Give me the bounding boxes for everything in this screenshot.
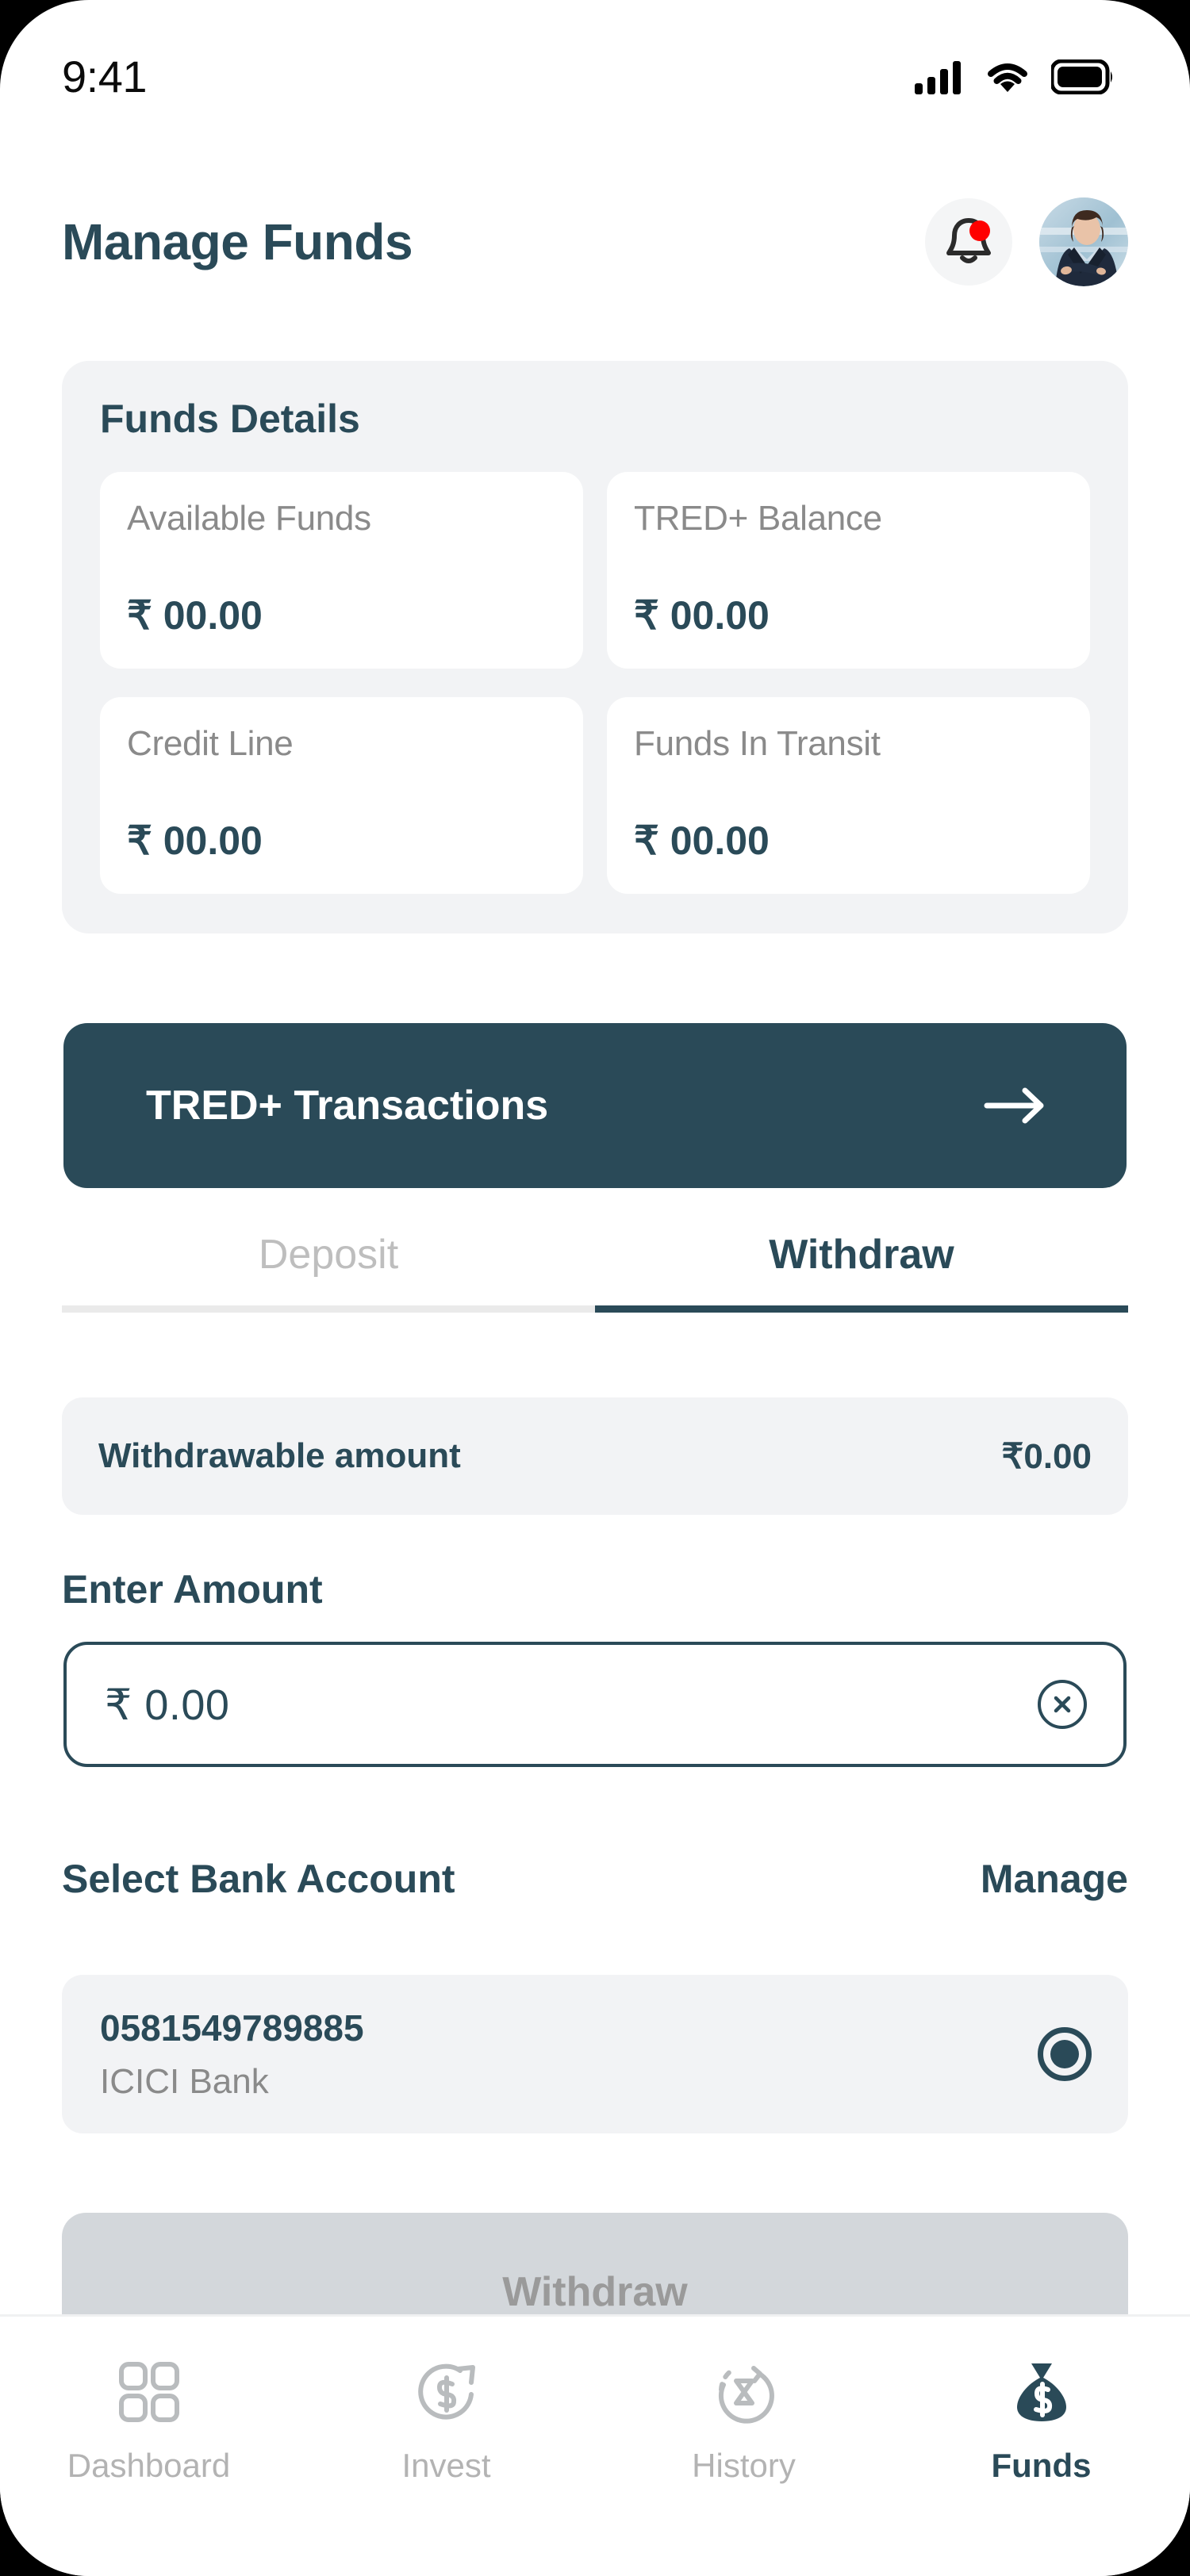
funds-details-title: Funds Details — [100, 397, 360, 441]
fund-tile-funds-in-transit: Funds In Transit ₹ 00.00 — [607, 697, 1090, 894]
radio-selected-dot — [1050, 2040, 1079, 2068]
bank-account-option[interactable]: 0581549789885 ICICI Bank — [62, 1975, 1128, 2133]
funds-details-card: Funds Details Available Funds ₹ 00.00 TR… — [62, 361, 1128, 933]
status-bar-icons — [915, 45, 1115, 94]
fund-tile-available-funds: Available Funds ₹ 00.00 — [100, 472, 583, 669]
notification-dot — [969, 220, 990, 241]
withdrawable-amount-label: Withdrawable amount — [98, 1436, 461, 1475]
page-title: Manage Funds — [62, 213, 413, 270]
manage-banks-link[interactable]: Manage — [981, 1856, 1128, 1902]
fund-tile-value: ₹ 00.00 — [634, 818, 770, 863]
fund-tile-value: ₹ 00.00 — [634, 593, 770, 638]
history-icon — [718, 2366, 774, 2424]
avatar[interactable] — [1039, 197, 1128, 286]
fund-tile-label: Funds In Transit — [634, 724, 881, 763]
nav-label: Funds — [991, 2447, 1092, 2484]
tab-underline-deposit — [62, 1305, 595, 1313]
nav-label: Invest — [401, 2447, 491, 2484]
bank-account-text: 0581549789885 ICICI Bank — [100, 2007, 364, 2102]
fund-tile-credit-line: Credit Line ₹ 00.00 — [100, 697, 583, 894]
tab-withdraw[interactable]: Withdraw — [595, 1231, 1128, 1305]
bank-account-radio[interactable] — [1038, 2027, 1092, 2081]
fund-tile-tred-balance: TRED+ Balance ₹ 00.00 — [607, 472, 1090, 669]
nav-label: History — [692, 2447, 796, 2484]
funds-tabs: Deposit Withdraw — [62, 1231, 1128, 1313]
tab-underline-withdraw — [595, 1305, 1128, 1313]
fund-tile-value: ₹ 00.00 — [127, 818, 263, 863]
funds-tile-grid: Available Funds ₹ 00.00 TRED+ Balance ₹ … — [100, 472, 1090, 894]
amount-input[interactable]: ₹ 0.00 — [63, 1642, 1127, 1767]
clear-amount-button[interactable] — [1038, 1680, 1087, 1729]
wifi-icon — [988, 63, 1027, 92]
select-bank-account-title: Select Bank Account — [62, 1857, 455, 1901]
bank-section-header: Select Bank Account Manage — [62, 1856, 1128, 1902]
tred-transactions-button[interactable]: TRED+ Transactions — [63, 1023, 1127, 1188]
invest-icon — [417, 2363, 475, 2420]
arrow-right-icon — [984, 1087, 1044, 1124]
enter-amount-label: Enter Amount — [62, 1567, 323, 1612]
nav-item-invest[interactable]: Invest — [298, 2358, 595, 2485]
fund-tile-label: Credit Line — [127, 724, 294, 763]
bank-account-number: 0581549789885 — [100, 2007, 364, 2049]
phone-frame: 9:41 Manage Funds Funds Details Availabl… — [0, 0, 1190, 2576]
nav-item-funds[interactable]: Funds — [892, 2358, 1190, 2485]
withdrawable-amount-value: ₹0.00 — [1001, 1436, 1092, 1476]
status-time: 9:41 — [62, 52, 148, 102]
cellular-signal-icon — [915, 60, 961, 94]
withdraw-submit-label: Withdraw — [502, 2269, 688, 2315]
nav-item-dashboard[interactable]: Dashboard — [0, 2358, 298, 2485]
amount-input-value: ₹ 0.00 — [105, 1681, 230, 1729]
app-header: Manage Funds — [0, 171, 1190, 313]
nav-item-history[interactable]: History — [595, 2358, 892, 2485]
fund-tile-label: TRED+ Balance — [634, 499, 882, 538]
tab-row: Deposit Withdraw — [62, 1231, 1128, 1305]
notification-button[interactable] — [925, 198, 1012, 286]
money-bag-icon — [1016, 2363, 1066, 2421]
nav-label: Dashboard — [67, 2447, 231, 2484]
header-actions — [925, 197, 1128, 286]
withdrawable-amount-row: Withdrawable amount ₹0.00 — [62, 1397, 1128, 1515]
fund-tile-value: ₹ 00.00 — [127, 593, 263, 638]
status-bar: 9:41 — [0, 0, 1190, 139]
bank-account-bank-name: ICICI Bank — [100, 2062, 269, 2101]
battery-icon — [1051, 59, 1112, 94]
tab-underline — [62, 1305, 1128, 1313]
bottom-navigation: Dashboard Invest History Funds — [0, 2314, 1190, 2576]
fund-tile-label: Available Funds — [127, 499, 371, 538]
grid-icon — [118, 2362, 179, 2422]
user-avatar-image — [1039, 197, 1128, 286]
tab-deposit[interactable]: Deposit — [62, 1231, 595, 1305]
tred-transactions-label: TRED+ Transactions — [146, 1083, 549, 1129]
close-icon — [1054, 1696, 1071, 1713]
